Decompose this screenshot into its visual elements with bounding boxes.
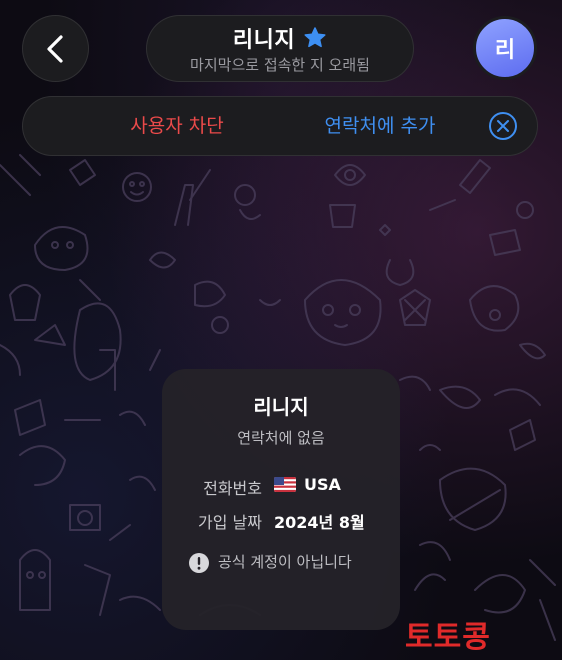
phone-value: USA [274, 475, 341, 494]
chevron-left-icon [46, 34, 63, 63]
phone-label: 전화번호 [203, 479, 262, 498]
chat-title[interactable]: 리니지 마지막으로 접속한 지 오래됨 [146, 15, 414, 82]
phone-country: USA [304, 475, 341, 494]
avatar[interactable]: 리 [473, 16, 537, 80]
us-flag-icon [274, 477, 296, 492]
joined-value: 2024년 8월 [274, 513, 365, 532]
back-button[interactable] [22, 15, 89, 82]
close-circle-icon[interactable] [488, 111, 518, 141]
card-contact-name: 리니지 [253, 395, 309, 419]
add-contact-button[interactable]: 연락처에 추가 [303, 111, 457, 141]
last-seen-status: 마지막으로 접속한 지 오래됨 [190, 56, 370, 74]
notice-text: 공식 계정이 아닙니다 [218, 553, 352, 571]
watermark: 토토콩 [405, 620, 491, 655]
joined-label: 가입 날짜 [198, 513, 262, 532]
not-in-contacts-label: 연락처에 없음 [237, 429, 325, 447]
block-user-button[interactable]: 사용자 차단 [111, 111, 243, 141]
star-badge-icon [304, 27, 326, 48]
contact-name: 리니지 [232, 28, 296, 53]
contact-action-bar: 사용자 차단 연락처에 추가 [22, 96, 538, 156]
contact-info-card: 리니지 연락처에 없음 전화번호 USA 가입 날짜 2024년 8월 공식 계… [162, 369, 400, 630]
unofficial-account-notice: 공식 계정이 아닙니다 [188, 550, 378, 574]
exclamation-circle-icon [189, 553, 209, 573]
